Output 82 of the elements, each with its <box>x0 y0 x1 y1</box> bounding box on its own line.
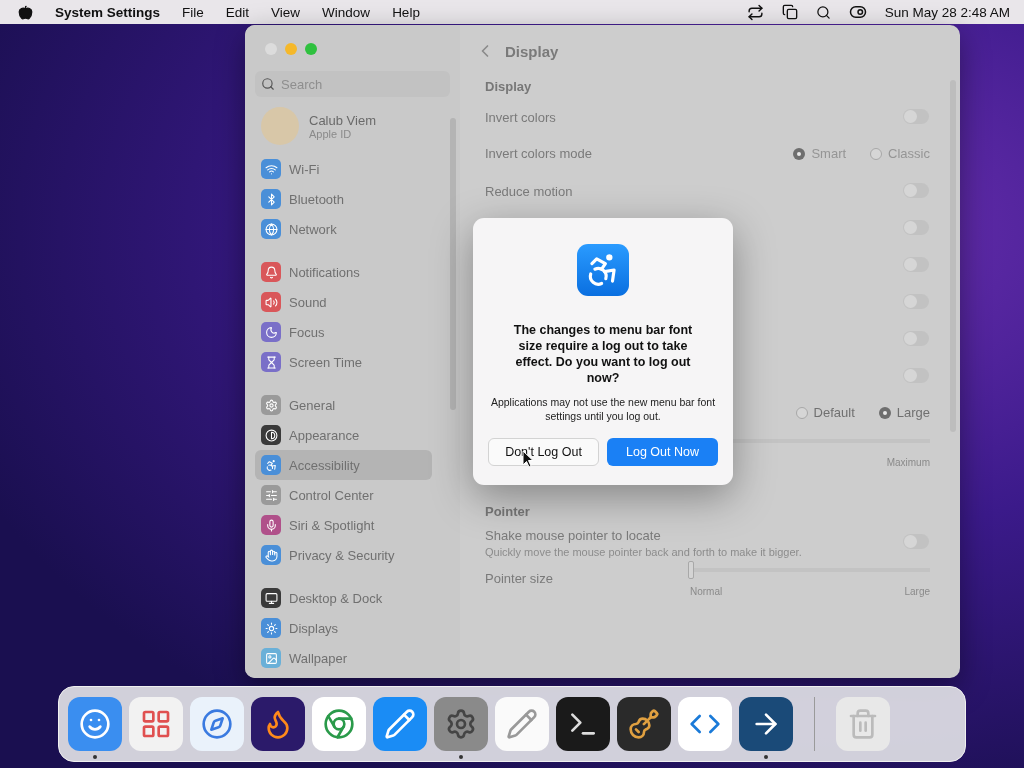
sidebar-item-label: Displays <box>289 620 339 636</box>
setting-label: Pointer size <box>485 571 553 586</box>
sidebar-item-label: Focus <box>289 324 325 340</box>
menu-item[interactable]: View <box>271 4 301 20</box>
sidebar-item-label: Control Center <box>289 487 374 503</box>
slider-max-label: Maximum <box>886 457 930 468</box>
sidebar-item[interactable]: General <box>255 390 432 420</box>
pencil-icon[interactable] <box>373 697 427 751</box>
repeat-icon[interactable] <box>746 3 764 21</box>
setting-label: Invert colors mode <box>485 146 592 161</box>
menu-app-name[interactable]: System Settings <box>55 4 161 20</box>
sidebar-item-label: Wi-Fi <box>289 161 320 177</box>
sidebar-item-label: Appearance <box>289 427 360 443</box>
code-icon[interactable] <box>678 697 732 751</box>
sidebar-item-label: Bluetooth <box>289 191 344 207</box>
sidebar-item[interactable]: Control Center <box>255 480 432 510</box>
setting-description: Quickly move the mouse pointer back and forth to make it bigger. <box>485 545 802 558</box>
sidebar-item-label: General <box>289 397 336 413</box>
clock-text[interactable]: Sun May 28 2:48 AM <box>884 4 1010 20</box>
dialog-title: The changes to menu bar font size require a log out to take effect. Do you want to log out now? <box>512 322 694 386</box>
menu-item[interactable]: Edit <box>225 4 250 20</box>
flame-icon[interactable] <box>251 697 305 751</box>
sidebar-item-label: Siri & Spotlight <box>289 517 375 533</box>
zoom-button[interactable] <box>305 43 317 55</box>
search-icon <box>261 77 275 91</box>
confirm-button[interactable]: Log Out Now <box>607 438 718 466</box>
menu-item[interactable]: Window <box>322 4 371 20</box>
sidebar-item[interactable]: Appearance <box>255 420 432 450</box>
smiling-face-icon[interactable] <box>68 697 122 751</box>
setting-label: Invert colors <box>485 109 556 125</box>
sidebar-item-label: Notifications <box>289 264 360 280</box>
slider-min-label: Normal <box>690 586 723 597</box>
menu-item[interactable]: Help <box>392 4 420 20</box>
sidebar-item[interactable]: Screen Time <box>255 347 432 377</box>
radio-option[interactable]: Large <box>878 405 930 420</box>
sidebar-item-label: Privacy & Security <box>289 547 395 563</box>
apple-logo-icon[interactable] <box>18 4 33 20</box>
dialog-message: Applications may not use the new menu bar font settings until you log out. <box>489 395 717 423</box>
sidebar-item[interactable]: Privacy & Security <box>255 540 432 570</box>
trash-icon[interactable] <box>836 697 890 751</box>
cancel-button[interactable]: Don't Log Out <box>488 438 599 466</box>
section-heading: Pointer <box>485 504 531 519</box>
sidebar-item[interactable]: Sound <box>255 287 432 317</box>
windows-icon[interactable] <box>781 4 798 20</box>
sidebar-item[interactable]: Displays <box>255 613 432 643</box>
compass-icon[interactable] <box>190 697 244 751</box>
radio-button[interactable] <box>795 406 808 419</box>
sidebar-item[interactable]: Bluetooth <box>255 184 432 214</box>
accessibility-icon <box>577 244 629 296</box>
menu-item[interactable]: File <box>182 4 204 20</box>
app-grid-icon[interactable] <box>129 697 183 751</box>
sidebar-item[interactable]: Wi-Fi <box>255 154 432 184</box>
sidebar-item-label: Sound <box>289 294 327 310</box>
sidebar-item-label: Desktop & Dock <box>289 590 383 606</box>
sidebar-item[interactable]: Siri & Spotlight <box>255 510 432 540</box>
sidebar-item[interactable]: Accessibility <box>255 450 432 480</box>
radio-option[interactable]: Default <box>795 405 855 420</box>
sidebar-item[interactable]: Desktop & Dock <box>255 583 432 613</box>
sidebar-item[interactable]: Network <box>255 214 432 244</box>
control-toggle-icon[interactable] <box>848 3 867 21</box>
search-icon[interactable] <box>815 4 831 20</box>
circle-logo-icon[interactable] <box>312 697 366 751</box>
radio-button[interactable] <box>878 406 891 419</box>
setting-label: Shake mouse pointer to locate <box>485 527 661 543</box>
window-title: Display <box>505 42 559 60</box>
setting-label: Reduce motion <box>485 183 573 199</box>
gear-icon[interactable] <box>434 697 488 751</box>
terminal-icon[interactable] <box>556 697 610 751</box>
sidebar-item-label: Network <box>289 221 337 237</box>
sidebar-item-label: Wallpaper <box>289 650 348 666</box>
slider-thumb[interactable] <box>688 561 694 579</box>
account-subtitle: Apple ID <box>309 127 353 140</box>
guitar-icon[interactable] <box>617 697 671 751</box>
sidebar-item-label: Screen Time <box>289 354 362 370</box>
sidebar-item-label: Accessibility <box>289 457 360 473</box>
sidebar-item[interactable]: Focus <box>255 317 432 347</box>
account-name[interactable]: Calub Viem <box>309 112 376 128</box>
section-heading: Display <box>485 79 533 94</box>
scrollbar[interactable] <box>450 118 456 410</box>
sidebar-item[interactable]: Notifications <box>255 257 432 287</box>
sidebar-item[interactable]: Wallpaper <box>255 643 432 673</box>
slider-max-label: Large <box>904 586 930 597</box>
